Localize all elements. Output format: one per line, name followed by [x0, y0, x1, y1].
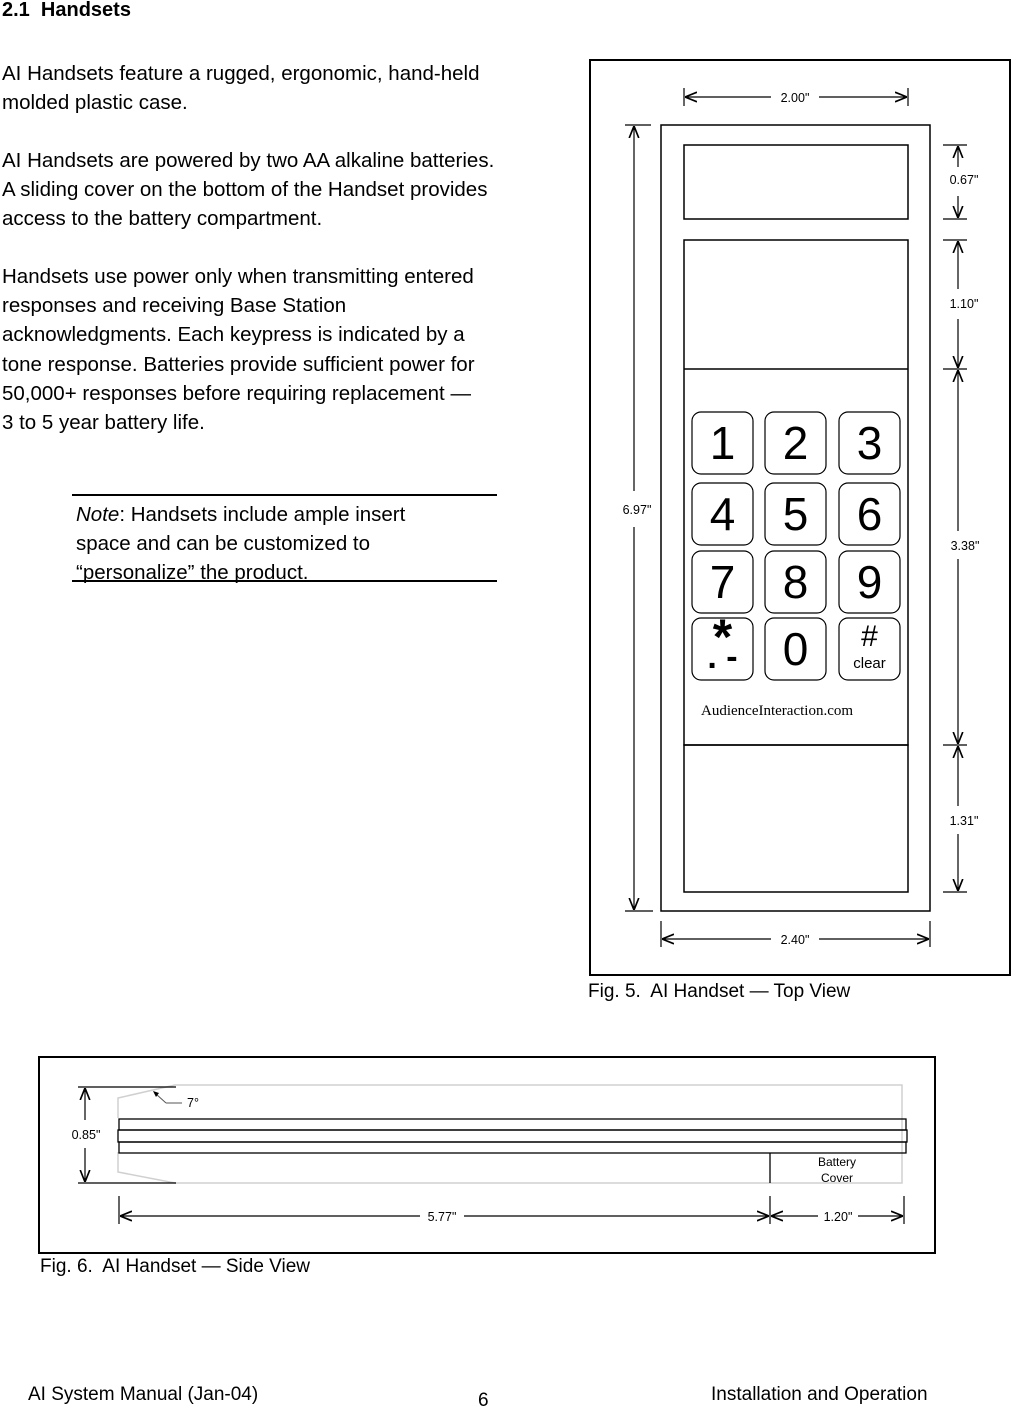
paragraph-line: A sliding cover on the bottom of the Han… — [2, 178, 488, 202]
dimension-label-upper-panel-height: 1.10" — [950, 297, 979, 311]
note-line: space and can be customized to — [76, 532, 371, 556]
keypad-key: 8 — [764, 550, 827, 614]
dimension-label-total-length: 6.97" — [623, 503, 652, 517]
paragraph-line: 50,000+ responses before requiring repla… — [2, 381, 471, 405]
keypad: 1 2 3 4 5 6 7 8 9 *. - 0 # clear — [691, 411, 901, 681]
battery-cover-label-line2: Cover — [821, 1171, 853, 1185]
brand-text: AudienceInteraction.com — [701, 703, 853, 719]
figure-6-caption: Fig. 6. AI Handset — Side View — [40, 1256, 311, 1277]
figure-5-caption: Fig. 5. AI Handset — Top View — [588, 981, 851, 1002]
keypad-key: 4 — [691, 482, 754, 546]
keypad-key-label: 5 — [783, 488, 809, 540]
paragraph-line: AI Handsets are powered by two AA alkali… — [2, 149, 495, 172]
display-window — [683, 144, 909, 220]
handset-side-view-drawing: 0.85" 7° Battery Cover 5.77" 1.20" — [72, 1084, 908, 1224]
note-label: Note — [76, 503, 120, 526]
section-heading: 2.1 Handsets — [2, 0, 131, 21]
paragraph-line: AI Handsets feature a rugged, ergonomic,… — [2, 62, 480, 85]
paragraph-line: Handsets use power only when transmittin… — [2, 265, 474, 288]
keypad-key-sublabel: clear — [853, 655, 886, 672]
side-rail-bottom — [118, 1141, 907, 1154]
paragraph-line: molded plastic case. — [2, 91, 188, 115]
footer-section-name: Installation and Operation — [711, 1384, 928, 1405]
keypad-key: 7 — [691, 550, 754, 614]
side-rail-top — [118, 1118, 907, 1131]
angle-leader — [155, 1093, 182, 1104]
figure-top-view-frame: 2.00" 2.40" 6.97" 0.67" 1.10" 3.38" 1.31… — [589, 59, 1011, 976]
keypad-key: 5 — [764, 482, 827, 546]
keypad-key-sublabel: . - — [707, 638, 737, 676]
keypad-key-label: 4 — [710, 488, 736, 540]
handset-top-view-drawing: 2.00" 2.40" 6.97" 0.67" 1.10" 3.38" 1.31… — [623, 88, 980, 947]
keypad-key: 3 — [838, 411, 901, 475]
keypad-key-label: 0 — [783, 623, 809, 675]
paragraph-line: 3 to 5 year battery life. — [2, 411, 205, 435]
paragraph-case: AI Handsets feature a rugged, ergonomic,… — [2, 59, 562, 117]
dimension-total-length — [625, 124, 653, 912]
keypad-key: 0 — [764, 617, 827, 681]
paragraph-line: access to the battery compartment. — [2, 207, 323, 231]
note-line: “personalize” the product. — [76, 561, 309, 585]
dimension-label-main-length: 5.77" — [428, 1210, 457, 1224]
paragraph-line: tone response. Batteries provide suffici… — [2, 352, 475, 376]
keypad-key-label: 2 — [783, 417, 809, 469]
note-box: Note: Handsets include ample insert spac… — [72, 494, 497, 584]
paragraph-power: Handsets use power only when transmittin… — [2, 262, 562, 437]
footer-manual-title: AI System Manual (Jan-04) — [28, 1384, 259, 1405]
keypad-key: 9 — [838, 550, 901, 614]
paragraph-line: responses and receiving Base Station — [2, 294, 347, 318]
keypad-key: 6 — [838, 482, 901, 546]
keypad-key-label: 1 — [710, 417, 736, 469]
keypad-key-label: 9 — [857, 556, 883, 608]
dimension-label-angle: 7° — [187, 1096, 199, 1110]
side-rail-middle — [117, 1129, 908, 1143]
lower-panel — [683, 744, 909, 893]
keypad-key-label: 6 — [857, 488, 883, 540]
keypad-key: # clear — [838, 617, 901, 681]
side-body-outline — [117, 1084, 903, 1184]
dimension-label-thickness: 0.85" — [72, 1128, 101, 1142]
dimension-label-cover-length: 1.20" — [824, 1210, 853, 1224]
keypad-key: *. - — [691, 609, 754, 681]
dimension-label-keypad-height: 3.38" — [951, 539, 980, 553]
paragraph-line: acknowledgments. Each keypress is indica… — [2, 323, 465, 347]
dimension-label-outer-width: 2.40" — [781, 933, 810, 947]
paragraph-batteries: AI Handsets are powered by two AA alkali… — [2, 146, 562, 234]
keypad-key-label: 3 — [857, 417, 883, 469]
keypad-key-label: 8 — [783, 556, 809, 608]
keypad-key: 2 — [764, 411, 827, 475]
figure-side-view-frame: 0.85" 7° Battery Cover 5.77" 1.20" — [38, 1056, 936, 1254]
dimension-label-inner-width: 2.00" — [781, 91, 810, 105]
battery-cover-label-line1: Battery — [818, 1155, 856, 1169]
dimension-label-lower-panel-height: 1.31" — [950, 814, 979, 828]
keypad-key-label: # — [861, 620, 878, 653]
dimension-label-display-height: 0.67" — [950, 173, 979, 187]
footer-page-number: 6 — [478, 1390, 489, 1411]
dimension-right-ticks — [943, 144, 967, 893]
keypad-key-label: 7 — [710, 556, 736, 608]
keypad-key: 1 — [691, 411, 754, 475]
note-line: Note: Handsets include ample insert — [76, 500, 497, 529]
note-text: : Handsets include ample insert — [119, 503, 406, 526]
